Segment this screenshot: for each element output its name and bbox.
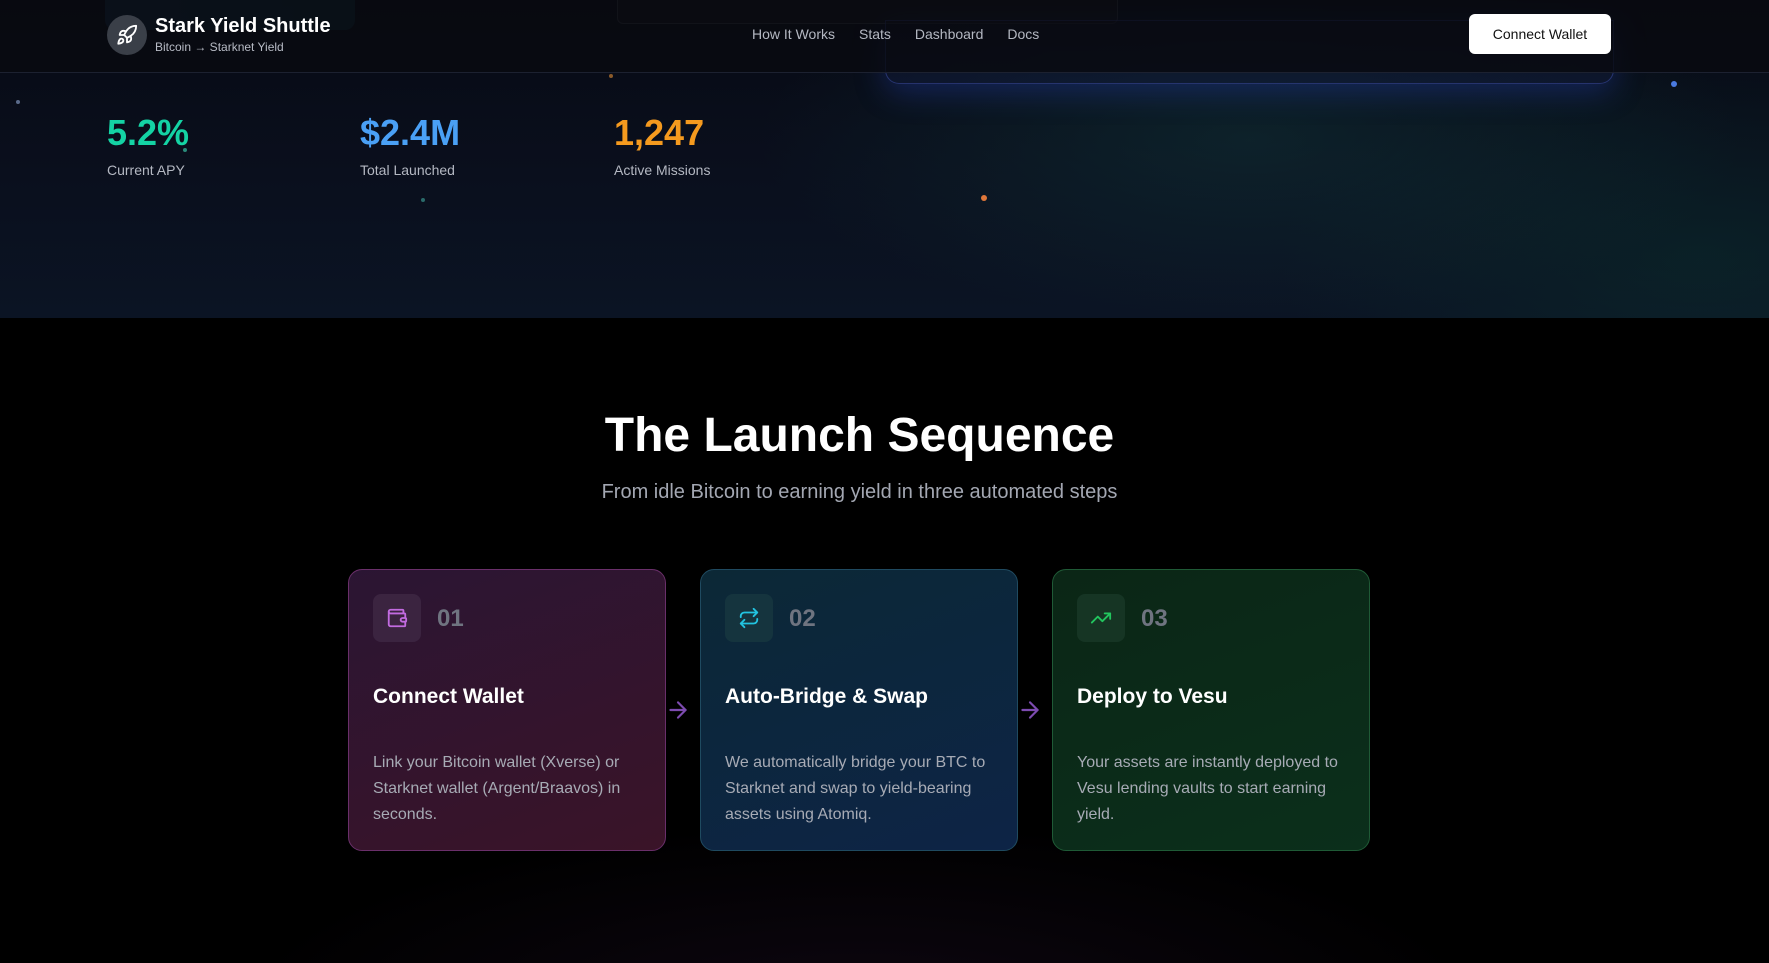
step-description: We automatically bridge your BTC to Star…	[725, 754, 986, 823]
swap-icon	[725, 594, 773, 642]
step-description: Link your Bitcoin wallet (Xverse) or Sta…	[373, 754, 621, 823]
step-title: Deploy to Vesu	[1077, 685, 1228, 708]
step-title: Auto-Bridge & Swap	[725, 685, 928, 708]
nav-dashboard[interactable]: Dashboard	[915, 24, 984, 44]
step-number: 01	[437, 605, 464, 632]
top-navbar: Stark Yield Shuttle Bitcoin → Starknet Y…	[0, 0, 1769, 73]
step-card-deploy-vesu: 03 Deploy to Vesu Your assets are instan…	[1052, 569, 1370, 851]
stat-apy: 5.2% Current APY	[107, 112, 189, 178]
trending-up-icon	[1077, 594, 1125, 642]
step-number: 02	[789, 605, 816, 632]
star-dot	[981, 195, 987, 201]
stat-label: Total Launched	[360, 162, 455, 178]
stat-total-launched: $2.4M Total Launched	[360, 112, 460, 178]
nav-how-it-works[interactable]: How It Works	[752, 24, 835, 44]
step-title: Connect Wallet	[373, 685, 524, 708]
nav-stats[interactable]: Stats	[859, 24, 891, 44]
stat-active-missions: 1,247 Active Missions	[614, 112, 710, 178]
star-dot	[609, 74, 613, 78]
brand[interactable]: Stark Yield Shuttle Bitcoin → Starknet Y…	[107, 14, 331, 55]
step-card-auto-bridge: 02 Auto-Bridge & Swap We automatically b…	[700, 569, 1018, 851]
step-description: Your assets are instantly deployed to Ve…	[1077, 754, 1338, 823]
step-card-connect-wallet: 01 Connect Wallet Link your Bitcoin wall…	[348, 569, 666, 851]
star-dot	[16, 100, 20, 104]
brand-name: Stark Yield Shuttle	[155, 15, 331, 37]
stat-value: 1,247	[614, 112, 705, 153]
arrow-right-icon	[1021, 701, 1039, 719]
section-title: The Launch Sequence	[604, 409, 1115, 462]
star-dot	[1671, 81, 1677, 87]
nav-docs[interactable]: Docs	[1007, 24, 1039, 44]
stat-value: $2.4M	[360, 112, 461, 153]
arrow-right-icon	[669, 701, 687, 719]
main-nav: How It Works Stats Dashboard Docs	[752, 24, 1039, 44]
brand-subtitle: Bitcoin → Starknet Yield	[155, 40, 284, 54]
stat-value: 5.2%	[107, 112, 190, 153]
section-subtitle: From idle Bitcoin to earning yield in th…	[601, 481, 1118, 503]
step-number: 03	[1141, 605, 1168, 632]
stat-label: Current APY	[107, 162, 185, 178]
stat-label: Active Missions	[614, 162, 711, 178]
rocket-icon	[107, 14, 147, 55]
star-dot	[421, 198, 425, 202]
connect-wallet-button[interactable]: Connect Wallet	[1469, 14, 1611, 54]
wallet-icon	[373, 594, 421, 642]
